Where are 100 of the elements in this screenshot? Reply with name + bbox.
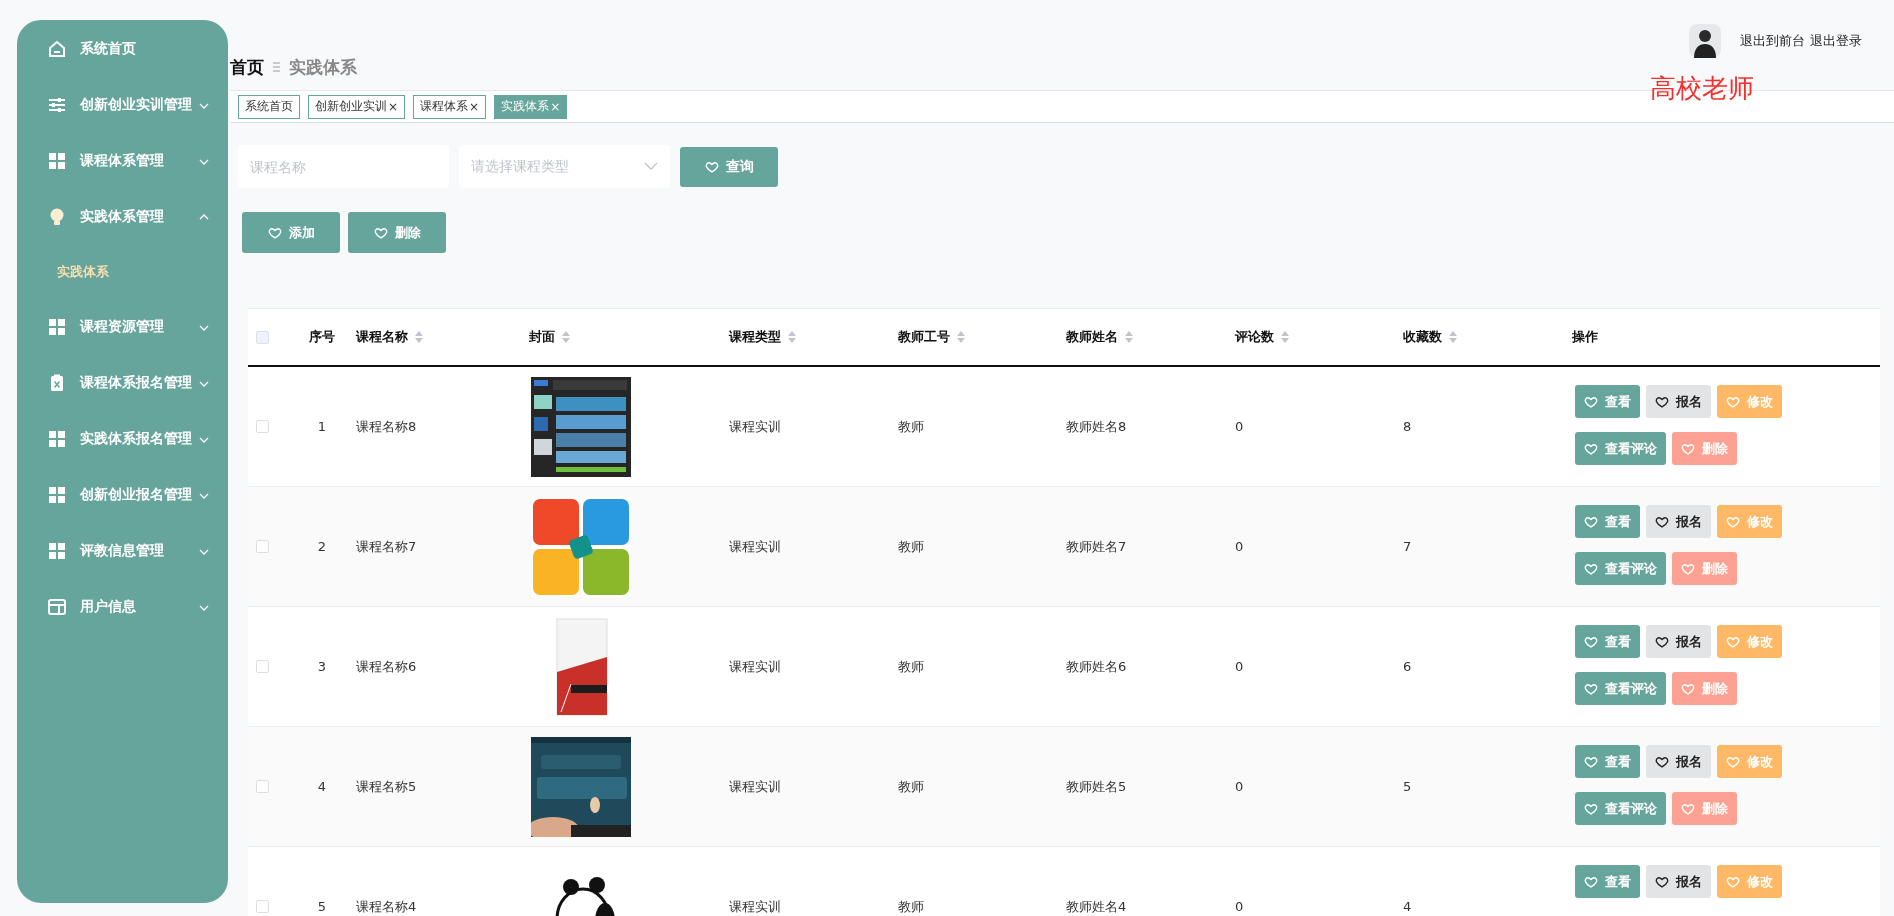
edit-button[interactable]: 修改 (1717, 505, 1782, 538)
table-cell: 1 (317, 419, 327, 434)
checkbox[interactable] (256, 330, 269, 344)
edit-button[interactable]: 修改 (1717, 745, 1782, 778)
sidebar-subitem[interactable]: 实践体系 (17, 245, 228, 299)
add-button[interactable]: 添加 (242, 212, 340, 253)
checkbox[interactable] (256, 900, 269, 913)
sidebar-item[interactable]: 实践体系报名管理 (17, 411, 228, 467)
table-cell: 教师 (898, 897, 924, 916)
checkbox[interactable] (256, 660, 269, 673)
sidebar-item[interactable]: 创新创业报名管理 (17, 467, 228, 523)
column-header[interactable]: 收藏数 (1403, 328, 1458, 346)
view-button[interactable]: 查看评论 (1575, 792, 1666, 825)
heart-icon (704, 159, 719, 174)
close-tab-button[interactable]: × (388, 99, 399, 114)
heart-icon (1726, 754, 1740, 769)
column-header[interactable]: 课程名称 (356, 328, 424, 346)
heart-icon (1726, 874, 1740, 889)
table-cell: 5 (1403, 779, 1412, 794)
heart-icon (1584, 874, 1598, 889)
table-cell: 教师姓名4 (1066, 897, 1127, 916)
sort-icon (787, 330, 797, 344)
sort-icon (561, 330, 571, 344)
close-tab-button[interactable]: × (469, 99, 480, 114)
table-cell: 课程实训 (729, 897, 781, 916)
column-header[interactable]: 封面 (529, 328, 571, 346)
sidebar-item[interactable]: 系统首页 (17, 21, 228, 77)
table-cell: 课程名称4 (356, 897, 417, 916)
sidebar-item[interactable]: 创新创业实训管理 (17, 77, 228, 133)
column-header[interactable]: 课程类型 (729, 328, 797, 346)
heart-icon (1655, 514, 1669, 529)
tab[interactable]: 课程体系× (413, 94, 487, 119)
enroll-button[interactable]: 报名 (1646, 625, 1711, 658)
role-label: 高校老师 (1650, 72, 1754, 104)
view-button[interactable]: 查看 (1575, 745, 1640, 778)
edit-button[interactable]: 修改 (1717, 865, 1782, 898)
edit-button[interactable]: 修改 (1717, 625, 1782, 658)
sidebar-item[interactable]: 课程体系报名管理 (17, 355, 228, 411)
table-cell: 4 (1403, 899, 1412, 914)
checkbox[interactable] (256, 780, 269, 793)
tab[interactable]: 实践体系× (494, 94, 568, 119)
grid-icon (47, 485, 67, 505)
query-button[interactable]: 查询 (680, 146, 778, 187)
tab[interactable]: 系统首页 (238, 94, 300, 119)
view-button[interactable]: 查看评论 (1575, 432, 1666, 465)
breadcrumb-item[interactable]: 首页 (230, 55, 264, 79)
enroll-button[interactable]: 报名 (1646, 745, 1711, 778)
table-cell: 课程名称6 (356, 657, 417, 676)
table-cell: 0 (1235, 779, 1244, 794)
table-cell: 7 (1403, 539, 1412, 554)
sidebar-item[interactable]: 用户信息 (17, 579, 228, 635)
sidebar-item[interactable]: 评教信息管理 (17, 523, 228, 579)
search-field[interactable]: 课程名称 (238, 145, 449, 188)
chevron-icon (644, 162, 658, 171)
table-cell: 0 (1235, 899, 1244, 914)
table-cell: 教师姓名7 (1066, 537, 1127, 556)
heart-icon (267, 225, 282, 240)
heart-icon (1584, 634, 1598, 649)
sidebar-item[interactable]: 课程资源管理 (17, 299, 228, 355)
checkbox[interactable] (256, 540, 269, 553)
header-link[interactable]: 退出到前台 (1740, 32, 1805, 50)
tab[interactable]: 创新创业实训× (308, 94, 406, 119)
enroll-button[interactable]: 报名 (1646, 505, 1711, 538)
heart-icon (1681, 561, 1695, 576)
heart-icon (1655, 874, 1669, 889)
checkbox[interactable] (256, 420, 269, 433)
delete-button[interactable]: 删除 (1672, 792, 1737, 825)
view-button[interactable]: 查看评论 (1575, 672, 1666, 705)
delete-button[interactable]: 删除 (1672, 432, 1737, 465)
column-header[interactable]: 教师姓名 (1066, 328, 1134, 346)
edit-button[interactable]: 修改 (1717, 385, 1782, 418)
close-tab-button[interactable]: × (550, 99, 561, 114)
column-header[interactable]: 评论数 (1235, 328, 1290, 346)
delete-button[interactable]: 删除 (1672, 672, 1737, 705)
view-button[interactable]: 查看 (1575, 625, 1640, 658)
view-button[interactable]: 查看 (1575, 865, 1640, 898)
table-cell: 3 (317, 659, 327, 674)
delete-button[interactable]: 删除 (348, 212, 446, 253)
select-field[interactable]: 请选择课程类型 (459, 145, 670, 188)
view-button[interactable]: 查看 (1575, 505, 1640, 538)
breadcrumb-item: 实践体系 (289, 55, 357, 79)
header-link[interactable]: 退出登录 (1810, 32, 1862, 50)
table-cell: 课程实训 (729, 537, 781, 556)
table-cell: 8 (1403, 419, 1412, 434)
view-button[interactable]: 查看 (1575, 385, 1640, 418)
heart-icon (1681, 801, 1695, 816)
table-cell: 教师 (898, 417, 924, 436)
heart-icon (1584, 681, 1598, 696)
heart-icon (1584, 754, 1598, 769)
heart-icon (1726, 634, 1740, 649)
sort-icon (1448, 330, 1458, 344)
column-header[interactable]: 教师工号 (898, 328, 966, 346)
sidebar-item[interactable]: 课程体系管理 (17, 133, 228, 189)
view-button[interactable]: 查看评论 (1575, 552, 1666, 585)
delete-button[interactable]: 删除 (1672, 552, 1737, 585)
table-cell: 0 (1235, 419, 1244, 434)
enroll-button[interactable]: 报名 (1646, 385, 1711, 418)
heart-icon (1655, 634, 1669, 649)
enroll-button[interactable]: 报名 (1646, 865, 1711, 898)
sidebar-item[interactable]: 实践体系管理 (17, 189, 228, 245)
